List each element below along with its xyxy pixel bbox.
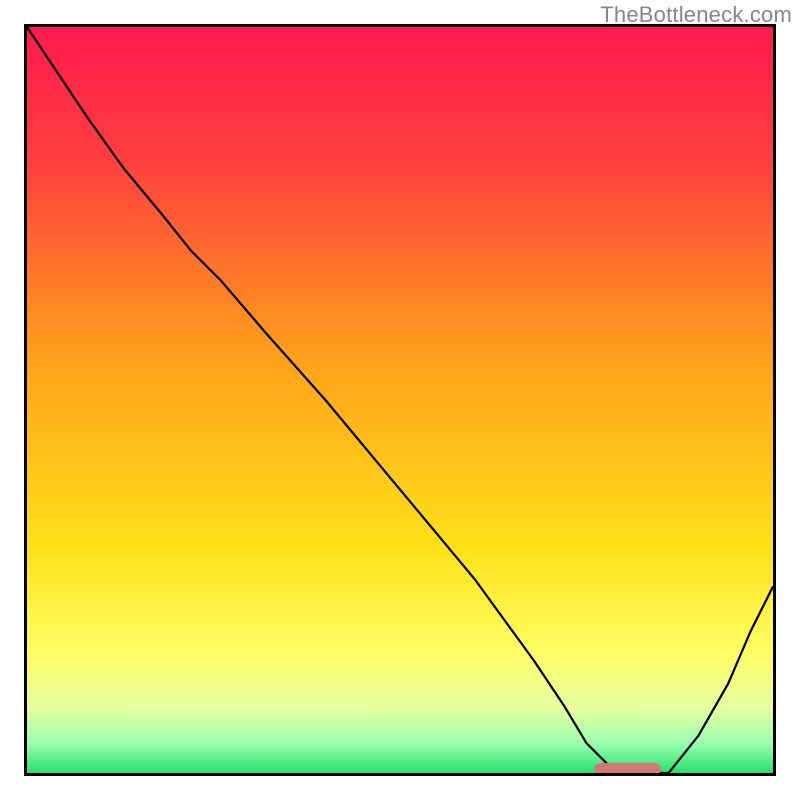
plot-area — [24, 24, 776, 776]
optimal-range-marker — [594, 763, 661, 775]
chart-container: TheBottleneck.com — [0, 0, 800, 800]
chart-curve — [27, 27, 773, 773]
